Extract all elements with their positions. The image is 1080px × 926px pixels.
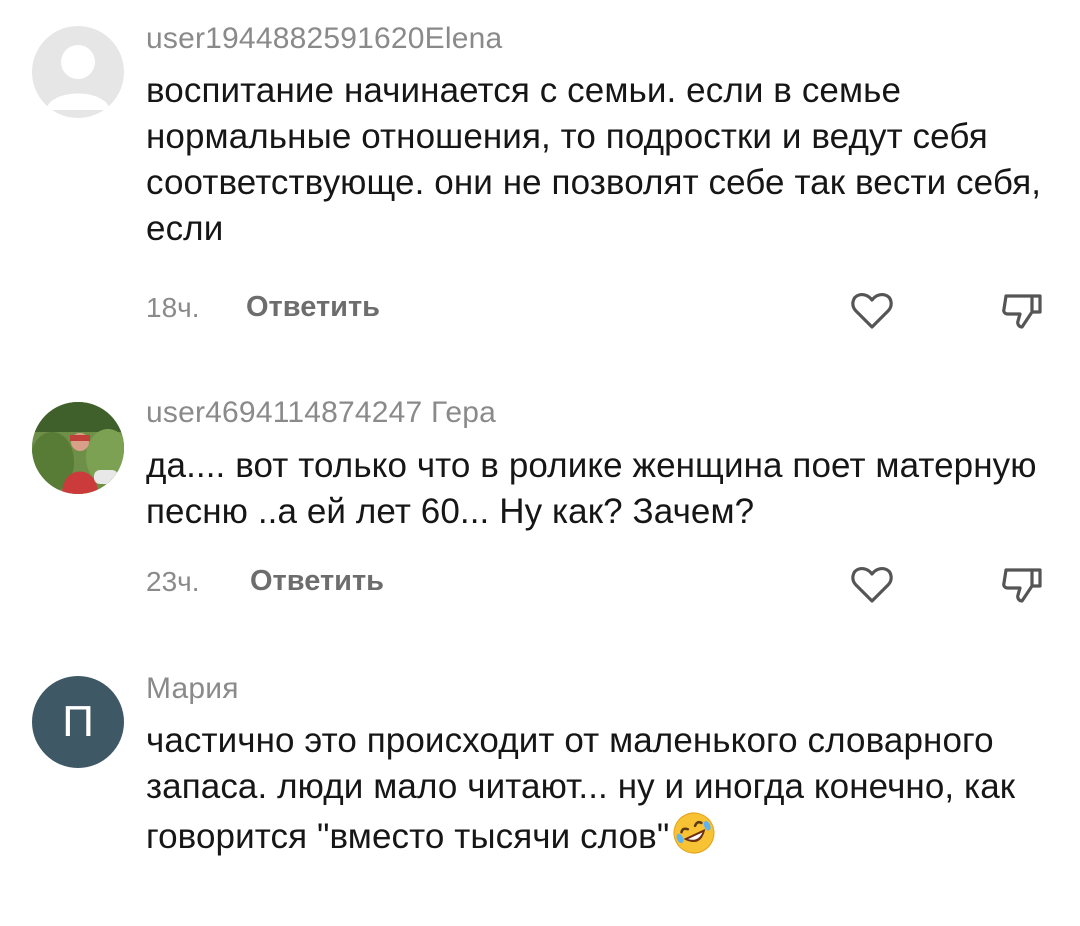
rolling-on-floor-laughing-emoji [673,812,715,854]
comment-text-content: частично это происходит от маленького сл… [146,721,1016,856]
comment-time: 23ч. [146,566,200,597]
comment-username[interactable]: user1944882591620Elena [146,22,502,56]
comment-username[interactable]: Мария [146,672,239,706]
avatar[interactable]: П [32,676,124,768]
comment-text: частично это происходит от маленького сл… [146,718,1046,860]
reply-button[interactable]: Ответить [246,291,380,324]
comment-text: да.... вот только что в ролике женщина п… [146,446,1037,531]
user-photo-icon [32,402,124,494]
avatar-letter: П [62,697,94,746]
heart-outline-icon[interactable] [848,286,896,334]
comment-text: воспитание начинается с семьи. если в се… [146,71,1042,248]
reply-button[interactable]: Ответить [250,565,384,598]
thumb-down-outline-icon[interactable] [998,286,1046,334]
default-avatar-icon [46,45,110,110]
comment-time: 18ч. [146,292,200,323]
heart-outline-icon[interactable] [848,560,896,608]
thumb-down-outline-icon[interactable] [998,560,1046,608]
avatar[interactable] [32,402,124,494]
avatar[interactable] [32,26,124,118]
comment-username[interactable]: user4694114874247 Гера [146,396,496,430]
